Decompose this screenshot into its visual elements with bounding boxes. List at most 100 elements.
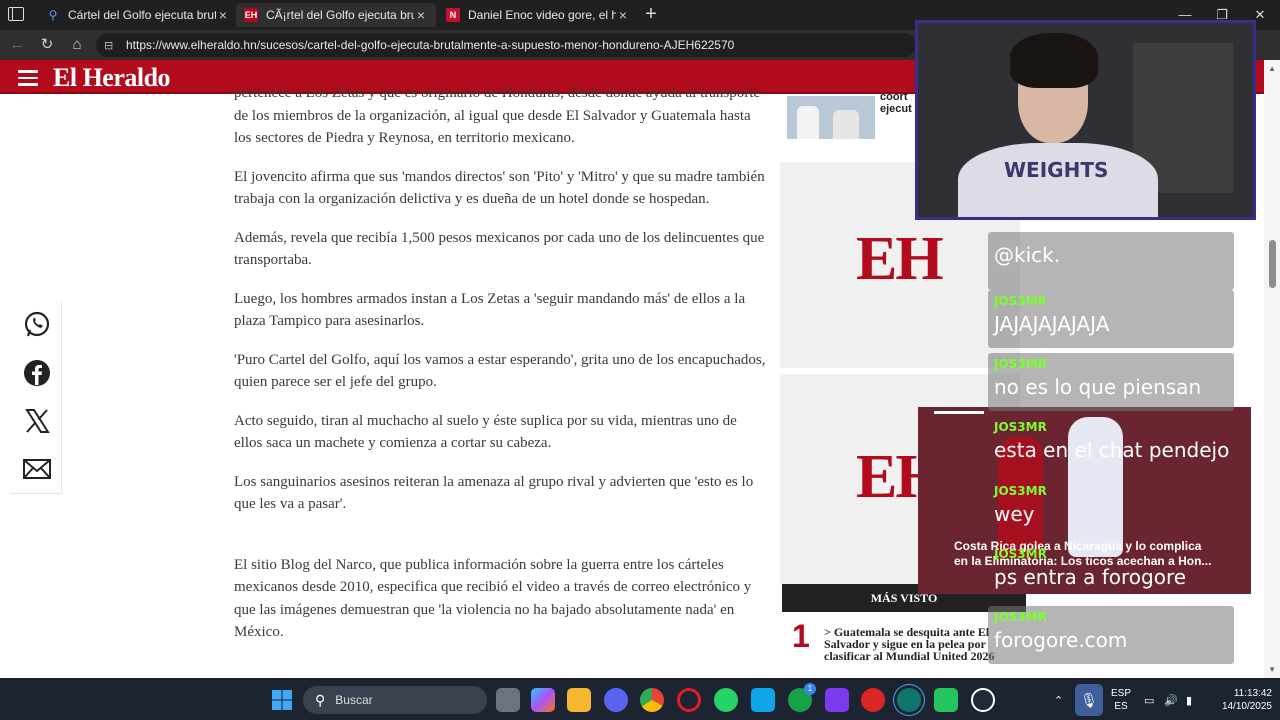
article-paragraph: pertenece a Los Zetas y que es originari… <box>234 85 761 146</box>
share-bar <box>10 302 62 494</box>
search-placeholder: Buscar <box>335 693 373 707</box>
app-icon[interactable] <box>751 688 775 712</box>
media-player-icon[interactable] <box>971 688 995 712</box>
chat-message: JOS3MR forogore.com <box>988 606 1234 664</box>
chat-text: JAJAJAJAJAJA <box>994 312 1110 336</box>
sidebar-toggle-icon[interactable] <box>8 7 24 21</box>
chat-username: JOS3MR <box>994 357 1047 371</box>
chat-message: JOS3MR ps entra a forogore <box>988 543 1234 601</box>
chat-message: JOS3MR wey <box>988 480 1234 538</box>
screen: ⚲ Cártel del Golfo ejecuta brutalmente ×… <box>0 0 1280 720</box>
x-icon[interactable] <box>22 406 52 436</box>
chat-username: JOS3MR <box>994 610 1047 624</box>
chat-username: JOS3MR <box>994 294 1047 308</box>
chat-text: no es lo que piensan <box>994 375 1202 399</box>
home-icon[interactable]: ⌂ <box>66 35 88 55</box>
edge-icon[interactable] <box>897 688 921 712</box>
discord-icon[interactable] <box>604 688 628 712</box>
site-info-icon[interactable]: ⊟ <box>104 39 118 52</box>
microphone-icon[interactable]: 🎙 <box>1075 684 1103 716</box>
language-indicator[interactable]: ESP ES <box>1108 687 1134 713</box>
chat-text: ps entra a forogore <box>994 565 1187 589</box>
rank-number: 1 <box>792 618 810 654</box>
chat-message: JOS3MR JAJAJAJAJAJA <box>988 290 1234 348</box>
system-clock[interactable]: 11:13:42 14/10/2025 <box>1208 687 1272 713</box>
chat-text: wey <box>994 502 1035 526</box>
close-icon[interactable]: × <box>414 7 428 23</box>
chat-username: JOS3MR <box>994 420 1047 434</box>
battery-icon[interactable]: ▮ <box>1186 680 1192 720</box>
article-paragraph: Los sanguinarios asesinos reiteran la am… <box>234 473 754 513</box>
windows-start-icon[interactable] <box>270 688 294 712</box>
site-favicon-icon: N <box>446 8 460 22</box>
article-paragraph: Acto seguido, tiran al muchacho al suelo… <box>234 412 737 452</box>
network-icon[interactable]: ▭ <box>1144 680 1154 720</box>
search-icon: ⚲ <box>315 691 326 708</box>
reload-icon[interactable]: ↻ <box>36 35 58 55</box>
related-article-thumbnail[interactable] <box>787 96 875 139</box>
search-icon: ⚲ <box>48 8 58 22</box>
tab-label: Daniel Enoc video gore, el hondureño <box>468 8 616 22</box>
chat-message: JOS3MR no es lo que piensan <box>988 353 1234 411</box>
scroll-down-icon[interactable]: ▼ <box>1268 665 1276 674</box>
article-paragraph: El sitio Blog del Narco, que publica inf… <box>234 556 752 641</box>
chrome-icon[interactable] <box>640 688 664 712</box>
chat-message: JOS3MR esta en el chat pendejo <box>988 416 1234 474</box>
chat-username: JOS3MR <box>994 484 1047 498</box>
video-progress <box>934 411 984 414</box>
article-paragraph: 'Puro Cartel del Golfo, aquí los vamos a… <box>234 351 766 391</box>
mail-icon[interactable] <box>22 454 52 484</box>
taskbar-search-input[interactable]: ⚲ Buscar <box>303 686 487 714</box>
close-icon[interactable]: × <box>616 7 630 23</box>
menu-icon[interactable] <box>18 70 38 86</box>
scrollbar-thumb[interactable] <box>1269 240 1276 288</box>
copilot-icon[interactable] <box>531 688 555 712</box>
tab-label: CÃ¡rtel del Golfo ejecuta brutalmente <box>266 8 414 22</box>
article-paragraph: Además, revela que recibía 1,500 pesos m… <box>234 229 765 269</box>
task-view-icon[interactable] <box>496 688 520 712</box>
chat-text: esta en el chat pendejo <box>994 438 1230 462</box>
notification-badge: 1 <box>804 683 816 695</box>
chat-text: @kick. <box>994 243 1061 267</box>
tab-3[interactable]: N Daniel Enoc video gore, el hondureño × <box>438 3 638 27</box>
ad-logo: EH <box>856 225 944 293</box>
scroll-up-icon[interactable]: ▲ <box>1268 64 1276 73</box>
keyboard-layout: ES <box>1114 701 1128 712</box>
xbox-icon[interactable]: 1 <box>788 683 816 712</box>
elheraldo-favicon-icon: EH <box>244 8 258 22</box>
chat-username: JOS3MR <box>994 547 1047 561</box>
site-logo[interactable]: El Heraldo <box>53 63 171 93</box>
tab-2[interactable]: EH CÃ¡rtel del Golfo ejecuta brutalmente… <box>236 3 436 27</box>
chevron-up-icon[interactable]: ⌃ <box>1054 680 1063 720</box>
stream-chat-overlay: @kick. JOS3MR JAJAJAJAJAJA JOS3MR no es … <box>988 232 1236 666</box>
chat-message: @kick. <box>988 232 1234 290</box>
tab-1[interactable]: ⚲ Cártel del Golfo ejecuta brutalmente × <box>38 3 238 27</box>
tab-label: Cártel del Golfo ejecuta brutalmente <box>68 8 216 22</box>
related-article-caption[interactable]: coort ejecut <box>880 91 920 119</box>
opera-icon[interactable] <box>677 688 701 712</box>
clock-time: 11:13:42 <box>1233 688 1272 699</box>
whatsapp-icon[interactable] <box>22 310 52 340</box>
url-text: https://www.elheraldo.hn/sucesos/cartel-… <box>126 38 735 52</box>
shirt-text: WEIGHTS <box>1004 158 1109 182</box>
page-scrollbar[interactable]: ▲ ▼ <box>1264 60 1280 678</box>
clock-date: 14/10/2025 <box>1221 701 1272 712</box>
article-paragraph: Luego, los hombres armados instan a Los … <box>234 290 746 330</box>
app-icon[interactable] <box>934 688 958 712</box>
windows-taskbar: ⚲ Buscar 1 ⌃ 🎙 ESP ES ▭ 🔊 ▮ 11:13:42 14/… <box>0 680 1280 720</box>
url-input[interactable]: ⊟ https://www.elheraldo.hn/sucesos/carte… <box>96 33 916 57</box>
back-icon[interactable]: ← <box>6 35 28 55</box>
webcam-overlay: WEIGHTS <box>915 20 1256 220</box>
article-paragraph: El jovencito afirma que sus 'mandos dire… <box>234 168 765 208</box>
app-icon[interactable] <box>825 688 849 712</box>
close-icon[interactable]: × <box>216 7 230 23</box>
app-icon[interactable] <box>861 688 885 712</box>
language-code: ESP <box>1110 688 1131 699</box>
article-body: pertenece a Los Zetas y que es originari… <box>234 85 768 660</box>
volume-icon[interactable]: 🔊 <box>1164 680 1178 720</box>
file-explorer-icon[interactable] <box>567 688 591 712</box>
facebook-icon[interactable] <box>22 358 52 388</box>
chat-text: forogore.com <box>994 628 1128 652</box>
new-tab-button[interactable]: + <box>640 4 662 26</box>
whatsapp-icon[interactable] <box>714 688 738 712</box>
